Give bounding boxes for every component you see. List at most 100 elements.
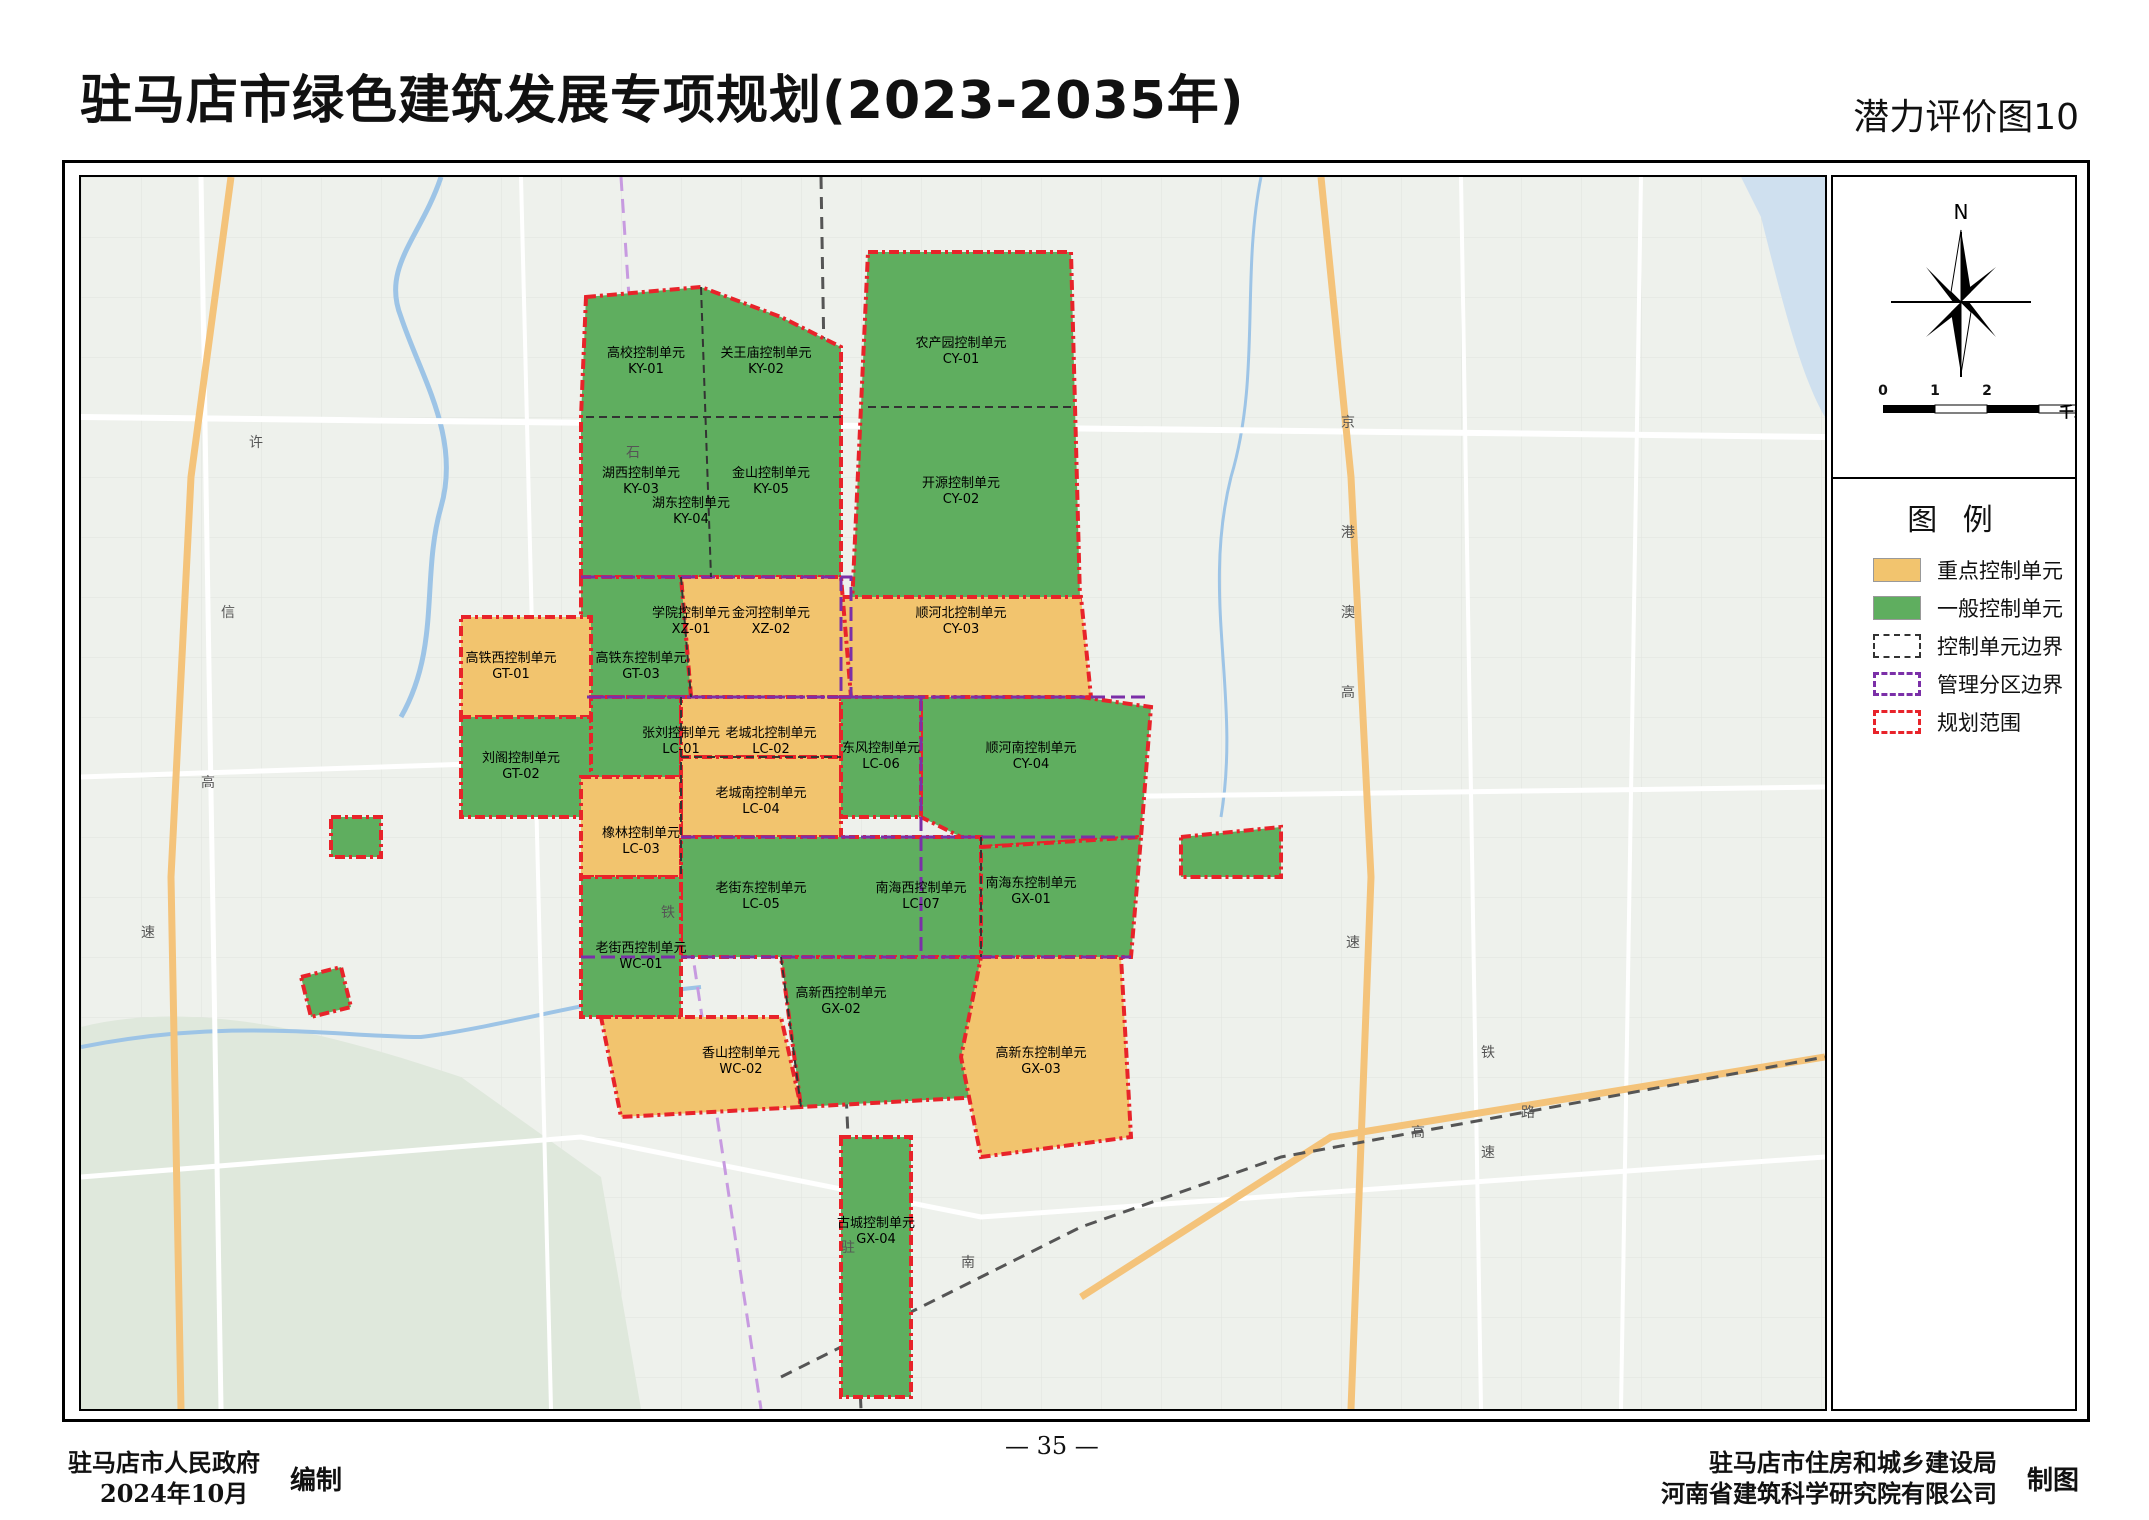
unit-code-label: LC-02 [752,742,790,757]
unit-name-label: 关王庙控制单元 [720,346,811,361]
unit-code-label: GX-04 [856,1232,896,1247]
road-label: 速 [1346,935,1360,951]
compass-scale-box: N 0 1 2 4 [1833,177,2090,479]
unit-name-label: 金山控制单元 [732,465,810,481]
unit-name-label: 高新东控制单元 [995,1045,1086,1061]
unit-name-label: 金河控制单元 [732,605,810,621]
legend-item-district-boundary: 管理分区边界 [1873,669,2063,699]
unit-name-label: 老城北控制单元 [725,726,816,741]
unit-code-label: CY-03 [943,622,979,637]
unit-name-label: 顺河南控制单元 [985,740,1076,756]
scale-tick: 0 [1878,383,1888,399]
unit-code-label: GX-03 [1021,1062,1061,1077]
unit-name-label: 湖西控制单元 [602,466,680,481]
unit-code-label: KY-03 [623,482,659,497]
map-frame: 高校控制单元 KY-01 关王庙控制单元 KY-02 湖西控制单元 KY-03 湖东控制单元… [62,160,2090,1422]
unit-name-label: 南海西控制单元 [875,880,966,896]
map-svg: 高校控制单元KY-01 关王庙控制单元KY-02 湖西控制单元KY-03湖东控制单元… [81,177,1825,1409]
unit-code-label: CY-04 [1013,757,1049,772]
road-label: 南 [961,1255,975,1271]
unit-code-label: GX-02 [821,1002,861,1017]
unit-code-label: WC-01 [619,957,662,972]
unit-code-label: KY-02 [748,362,784,377]
unit-name-label: 老街西控制单元 [595,941,686,956]
sheet-name: 潜力评价图10 [1853,97,2079,138]
legend-label: 管理分区边界 [1937,673,2063,697]
footer-action-edit: 编制 [290,1466,343,1496]
map-side-panel: N 0 1 2 4 [1831,175,2090,1411]
unit-code-label: XZ-02 [752,622,791,637]
unit-cy-04 [919,695,1154,850]
scale-bar: 0 1 2 4 千米 [1878,383,2090,421]
unit-code-label: CY-02 [943,492,979,507]
unit-code-label: KY-01 [628,362,664,377]
unit-code-label: LC-06 [862,757,900,772]
map-canvas[interactable]: 高校控制单元 KY-01 关王庙控制单元 KY-02 湖西控制单元 KY-03 湖东控制单元… [79,175,1827,1411]
unit-code-label: LC-01 [662,742,700,757]
legend-item-plan-boundary: 规划范围 [1873,707,2021,737]
unit-name-label: 老街东控制单元 [715,881,806,896]
road-label: 澳 [1341,605,1355,621]
unit-name-label: 东风控制单元 [842,741,920,756]
legend-swatch-plan-boundary [1873,710,1921,734]
legend-item-general-unit: 一般控制单元 [1873,593,2063,623]
scale-tick: 1 [1930,383,1940,399]
unit-name-label: 香山控制单元 [702,1046,780,1061]
road-label: 高 [201,774,215,791]
unit-name-label: 高铁东控制单元 [595,650,686,666]
unit-code-label: XZ-01 [672,622,711,637]
compass-icon [1891,229,2031,377]
road-label: 速 [141,925,155,941]
road-label: 高 [1341,684,1355,701]
unit-satellite-east [1179,824,1283,879]
unit-code-label: GT-01 [492,667,530,682]
unit-code-label: WC-02 [719,1062,762,1077]
unit-name-label: 农产园控制单元 [915,336,1006,351]
unit-name-label: 古城控制单元 [837,1216,915,1231]
unit-code-label: GT-03 [622,667,660,682]
unit-name-label: 橡林控制单元 [602,826,680,841]
unit-satellite-southwest [298,964,354,1020]
footer-org-right-1: 驻马店市住房和城乡建设局 [1709,1448,1997,1477]
page-number: — 35 — [1005,1432,1099,1460]
road-label: 路 [1521,1105,1535,1121]
unit-code-label: LC-07 [902,897,940,912]
unit-code-label: KY-04 [673,512,709,527]
road-label: 信 [221,605,235,621]
legend-item-key-unit: 重点控制单元 [1873,555,2063,585]
compass-svg: N 0 1 2 4 [1878,200,2090,421]
road-label: 铁 [1481,1045,1495,1061]
unit-name-label: 高校控制单元 [607,345,685,361]
unit-xz-02 [678,575,854,699]
unit-gx-04 [839,1135,913,1399]
footer-action-draw: 制图 [2026,1466,2079,1496]
unit-wc-02 [598,1015,804,1120]
legend-swatch-unit-boundary [1873,634,1921,658]
unit-name-label: 湖东控制单元 [652,496,730,511]
unit-satellite-west [329,815,383,859]
unit-cy-01-02 [848,250,1084,639]
legend-title: 图 例 [1907,503,2001,538]
unit-name-label: 高铁西控制单元 [465,650,556,666]
legend-swatch-general-unit [1873,596,1921,620]
footer-org-right-2: 河南省建筑科学研究院有限公司 [1661,1479,1997,1508]
unit-name-label: 张刘控制单元 [642,726,720,741]
road-label: 驻 [841,1240,855,1256]
road-label: 石 [626,445,640,461]
legend-item-unit-boundary: 控制单元边界 [1873,631,2063,661]
unit-code-label: LC-05 [742,897,780,912]
road-label: 速 [1481,1145,1495,1161]
unit-code-label: KY-05 [753,482,789,497]
legend: 图 例 重点控制单元 一般控制单元 控制单元边界 管理分区边界 规划范围 [1833,477,2075,735]
footer-org-left: 驻马店市人民政府 [68,1448,260,1477]
legend-swatch-key-unit [1873,558,1921,582]
scale-unit: 千米 [2059,403,2075,421]
legend-label: 重点控制单元 [1937,559,2063,583]
unit-code-label: LC-03 [622,842,660,857]
road-label: 京 [1341,415,1355,431]
road-label: 港 [1341,525,1355,541]
map-title: 驻马店市绿色建筑发展专项规划(2023-2035年) [80,71,1245,131]
unit-name-label: 刘阁控制单元 [482,751,560,766]
unit-code-label: LC-04 [742,802,780,817]
unit-name-label: 老城南控制单元 [715,785,806,801]
